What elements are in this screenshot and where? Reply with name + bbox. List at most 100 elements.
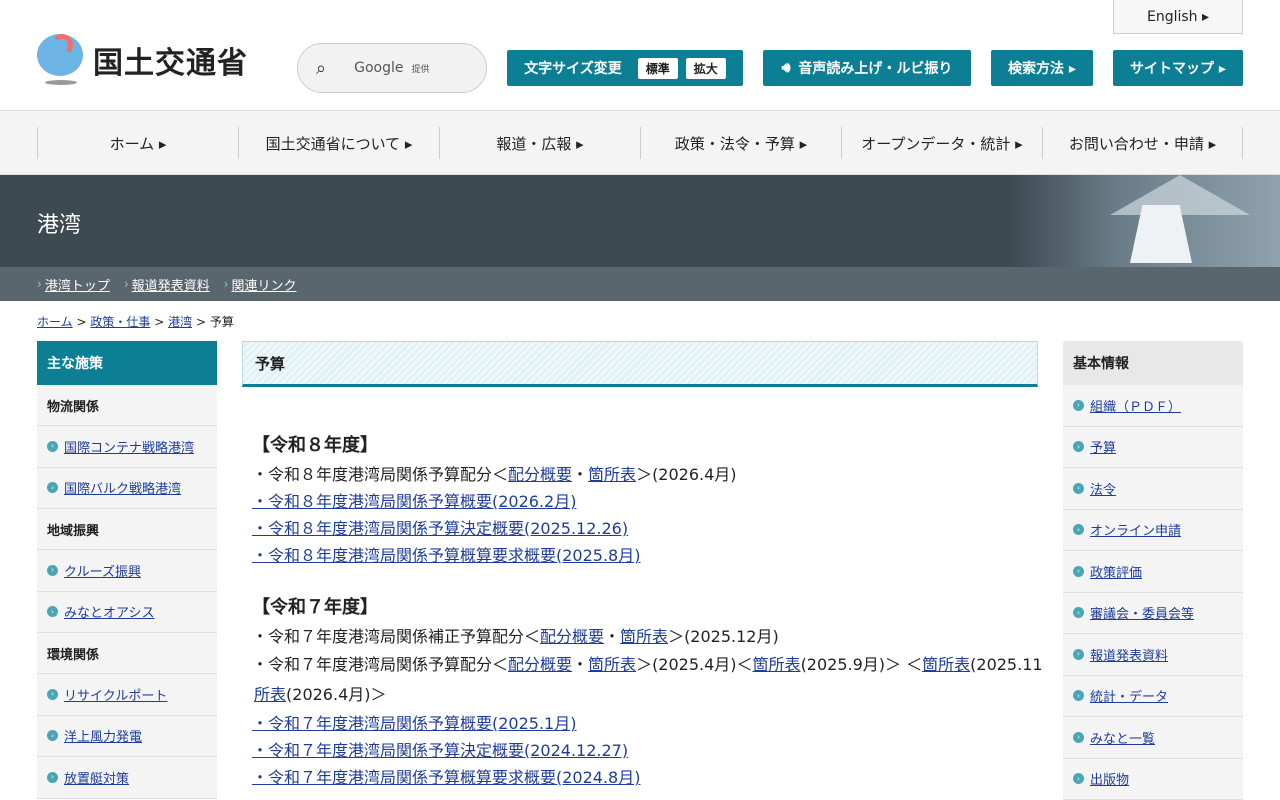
crumb-port[interactable]: 港湾: [168, 315, 192, 329]
sidebar-item[interactable]: › 組織（ＰＤＦ）: [1063, 385, 1243, 427]
allocation-summary-link[interactable]: 配分概要: [508, 465, 572, 484]
sidebar-item[interactable]: › 洋上風力発電: [37, 715, 217, 757]
sidebar-link[interactable]: リサイクルポート: [64, 685, 167, 704]
arrow-circle-icon: ›: [1073, 524, 1084, 536]
logo-text: 国土交通省: [93, 46, 248, 81]
location-table-link[interactable]: 箇所表: [922, 655, 970, 674]
nav-press[interactable]: 報道・広報 ▸: [439, 127, 640, 159]
location-table-link[interactable]: 箇所表: [620, 627, 668, 646]
arrow-circle-icon: ›: [47, 440, 58, 452]
global-nav: ホーム ▸ 国土交通省について ▸ 報道・広報 ▸ 政策・法令・予算 ▸ オープ…: [0, 111, 1280, 175]
crumb-sep: >: [154, 315, 165, 329]
sidebar-link[interactable]: みなと一覧: [1090, 728, 1155, 747]
crumb-policy[interactable]: 政策・仕事: [90, 315, 150, 329]
chevron-right-icon: ›: [37, 277, 42, 291]
allocation-line: ・令和８年度港湾局関係予算配分＜配分概要・箇所表＞(2026.4月): [252, 461, 1042, 488]
budget-link[interactable]: ・令和７年度港湾局関係予算概要(2025.1月): [252, 714, 576, 733]
sidebar-item[interactable]: › クルーズ振興: [37, 550, 217, 592]
subnav-press[interactable]: 報道発表資料: [132, 275, 210, 294]
sidebar-item[interactable]: › みなとオアシス: [37, 591, 217, 633]
sidebar-link[interactable]: 組織（ＰＤＦ）: [1090, 396, 1181, 415]
subnav-port-top[interactable]: 港湾トップ: [45, 275, 110, 294]
sidebar-link[interactable]: 放置艇対策: [64, 768, 129, 787]
sidebar-link[interactable]: みなとオアシス: [64, 602, 154, 621]
line-text: ・令和８年度港湾局関係予算配分＜: [252, 465, 509, 484]
budget-link[interactable]: ・令和７年度港湾局関係予算概算要求概要(2024.8月): [252, 768, 640, 787]
crumb-home[interactable]: ホーム: [37, 315, 73, 329]
budget-link[interactable]: ・令和７年度港湾局関係予算決定概要(2024.12.27): [252, 741, 628, 760]
font-standard-button[interactable]: 標準: [637, 57, 678, 79]
arrow-circle-icon: ›: [1073, 731, 1084, 743]
location-table-link[interactable]: 箇所表: [753, 655, 801, 674]
sidebar-item[interactable]: › 審議会・委員会等: [1063, 592, 1243, 634]
voice-ruby-button[interactable]: 🔊︎ 音声読み上げ・ルビ振り: [763, 50, 971, 86]
sidebar-link[interactable]: 洋上風力発電: [64, 726, 142, 745]
allocation-summary-link[interactable]: 配分概要: [508, 655, 572, 674]
sidebar-item[interactable]: › リサイクルポート: [37, 674, 217, 716]
sidebar-item[interactable]: › 国際バルク戦略港湾: [37, 467, 217, 509]
sidebar-link[interactable]: クルーズ振興: [64, 561, 141, 580]
line-text: (2025.9月)＞ ＜: [800, 655, 923, 674]
sidebar-item[interactable]: › 統計・データ: [1063, 675, 1243, 717]
header: 国土交通省 ⌕ Google 提供 文字サイズ変更 標準 拡大 🔊︎ 音声読み上…: [0, 0, 1280, 111]
separator: ・: [604, 627, 621, 646]
english-button[interactable]: English ▸: [1113, 0, 1243, 34]
search-method-button[interactable]: 検索方法 ▸: [991, 50, 1093, 86]
sidebar-item[interactable]: › 政策評価: [1063, 551, 1243, 593]
line-text: (2026.4月)＞: [286, 685, 387, 704]
sidebar-link[interactable]: 審議会・委員会等: [1090, 603, 1194, 622]
sidebar-link[interactable]: 政策評価: [1090, 562, 1142, 581]
nav-opendata[interactable]: オープンデータ・統計 ▸: [841, 127, 1042, 159]
allocation-summary-link[interactable]: 配分概要: [540, 627, 604, 646]
breadcrumb: ホーム > 政策・仕事 > 港湾 > 予算: [37, 313, 234, 330]
arrow-circle-icon: ›: [1073, 773, 1084, 785]
sidebar-link[interactable]: 出版物: [1090, 769, 1129, 788]
arrow-circle-icon: ›: [47, 771, 58, 783]
sidebar-category: 環境関係: [37, 633, 217, 674]
sidebar-link[interactable]: 報道発表資料: [1090, 645, 1168, 664]
location-table-link[interactable]: 所表: [254, 685, 286, 704]
font-large-button[interactable]: 拡大: [685, 57, 726, 79]
subnav-links[interactable]: 関連リンク: [231, 275, 296, 294]
sidebar-link[interactable]: 国際バルク戦略港湾: [64, 478, 181, 497]
search-input[interactable]: ⌕ Google 提供: [297, 43, 487, 93]
sitemap-button[interactable]: サイトマップ ▸: [1113, 50, 1243, 86]
sidebar-item[interactable]: › 放置艇対策: [37, 757, 217, 799]
line-text: ＞(2025.4月)＜: [636, 655, 753, 674]
logo[interactable]: 国土交通省: [37, 34, 248, 86]
budget-link[interactable]: ・令和８年度港湾局関係予算概要(2026.2月): [252, 492, 576, 511]
location-table-link[interactable]: 箇所表: [588, 465, 636, 484]
sidebar-item[interactable]: › 出版物: [1063, 758, 1243, 800]
budget-link[interactable]: ・令和８年度港湾局関係予算決定概要(2025.12.26): [252, 519, 628, 538]
line-text: ＞(2025.12月): [668, 627, 779, 646]
sidebar-link[interactable]: 国際コンテナ戦略港湾: [64, 437, 194, 456]
sidebar-category: 地域振興: [37, 509, 217, 550]
sidebar-item[interactable]: › 報道発表資料: [1063, 634, 1243, 676]
sidebar-item[interactable]: › みなと一覧: [1063, 717, 1243, 759]
nav-policy[interactable]: 政策・法令・予算 ▸: [640, 127, 841, 159]
nav-about[interactable]: 国土交通省について ▸: [238, 127, 439, 159]
sidebar-link[interactable]: 法令: [1090, 479, 1116, 498]
nav-contact[interactable]: お問い合わせ・申請 ▸: [1042, 127, 1243, 159]
sidebar-item[interactable]: › 国際コンテナ戦略港湾: [37, 426, 217, 468]
sidebar-link[interactable]: 統計・データ: [1090, 686, 1168, 705]
separator: ・: [572, 465, 589, 484]
arrow-circle-icon: ›: [1073, 690, 1084, 702]
location-table-link[interactable]: 箇所表: [588, 655, 636, 674]
sidebar-item[interactable]: › オンライン申請: [1063, 509, 1243, 551]
sidebar-link[interactable]: 予算: [1090, 437, 1116, 456]
sidebar-item[interactable]: › 予算: [1063, 426, 1243, 468]
budget-link[interactable]: ・令和８年度港湾局関係予算概算要求概要(2025.8月): [252, 546, 640, 565]
right-sidebar: 基本情報 › 組織（ＰＤＦ） › 予算 › 法令 › オンライン申請 › 政策評価 › 審議…: [1063, 341, 1243, 800]
sidebar-item[interactable]: › 法令: [1063, 468, 1243, 510]
left-sidebar: 主な施策 物流関係 › 国際コンテナ戦略港湾 › 国際バルク戦略港湾 地域振興 › ク…: [37, 341, 217, 799]
crumb-sep: >: [195, 315, 206, 329]
font-size-control: 文字サイズ変更 標準 拡大: [507, 50, 743, 86]
arrow-circle-icon: ›: [1073, 399, 1084, 411]
arrow-circle-icon: ›: [1073, 565, 1084, 577]
search-provided: 提供: [411, 64, 430, 75]
crumb-sep: >: [76, 315, 87, 329]
nav-home[interactable]: ホーム ▸: [37, 127, 238, 159]
font-size-label: 文字サイズ変更: [524, 61, 622, 77]
sidebar-link[interactable]: オンライン申請: [1090, 520, 1181, 539]
